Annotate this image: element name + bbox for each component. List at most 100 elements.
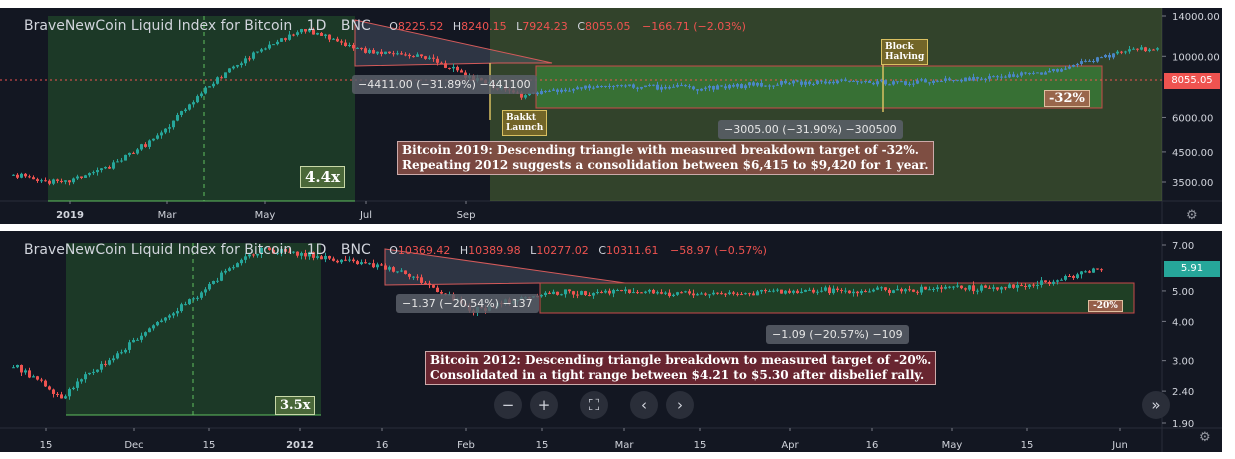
candle-body [820, 80, 823, 82]
candle-body [172, 120, 175, 128]
candle-body [904, 81, 907, 85]
candle-body [1112, 53, 1115, 58]
zoom-out-button[interactable]: − [494, 391, 522, 419]
candle-body [224, 72, 227, 79]
symbol-title: BraveNewCoin Liquid Index for Bitcoin [24, 18, 293, 34]
candle-body [864, 80, 867, 82]
candle-body [832, 288, 835, 294]
candle-body [196, 297, 199, 299]
time-tick-label: Mar [615, 440, 635, 451]
price-tick-label: 7.00 [1172, 241, 1194, 252]
candle-body [1012, 74, 1015, 77]
candle-body [808, 81, 811, 85]
candle-body [408, 54, 411, 57]
fit-screen-button[interactable]: ⛶ [580, 391, 608, 419]
candle-body [1100, 269, 1103, 271]
time-tick-label: Mar [158, 210, 178, 221]
candle-body [612, 85, 615, 87]
candle-body [556, 291, 559, 295]
candle-body [52, 179, 55, 184]
candle-body [684, 85, 687, 87]
candle-body [952, 80, 955, 82]
candle-body [1076, 63, 1079, 65]
candle-body [1084, 271, 1087, 273]
candle-body [1008, 74, 1011, 78]
candle-body [204, 87, 207, 94]
candle-body [124, 349, 127, 353]
candle-body [384, 265, 387, 270]
candle-body [348, 259, 351, 261]
multiplier-badge: 3.5x [275, 396, 316, 415]
candle-body [612, 290, 615, 294]
chart-canvas-2012[interactable]: 7.00 5.00 4.00 3.00 2.40 1.90 15 Dec 15 2012 16 Feb… [0, 231, 1222, 452]
candle-body [900, 289, 903, 292]
candle-body [60, 394, 63, 399]
candle-body [724, 293, 727, 295]
price-tick-label: 3500.00 [1172, 178, 1213, 189]
scroll-left-button[interactable]: ‹ [630, 391, 658, 419]
candle-body [720, 85, 723, 87]
candle-body [896, 81, 899, 83]
candle-body [104, 167, 107, 169]
candle-body [672, 86, 675, 88]
candle-body [904, 289, 907, 292]
candle-body [172, 313, 175, 316]
candle-body [376, 264, 379, 268]
measure-label-triangle: −1.37 (−20.54%) −137 [396, 294, 539, 313]
candle-body [232, 267, 235, 269]
candle-body [76, 176, 79, 179]
candle-body [864, 291, 867, 293]
zoom-in-button[interactable]: + [530, 391, 558, 419]
price-tick-label: 6000.00 [1172, 113, 1213, 124]
candle-body [152, 325, 155, 329]
candle-body [916, 80, 919, 84]
candle-body [936, 287, 939, 290]
low-value: 10277.02 [536, 244, 589, 257]
time-tick-label: 2012 [286, 440, 314, 451]
candle-body [892, 81, 895, 85]
candle-body [756, 82, 759, 86]
candle-body [264, 48, 267, 50]
candle-body [36, 179, 39, 181]
candle-body [912, 83, 915, 85]
candle-body [700, 293, 703, 295]
candle-body [576, 294, 579, 296]
price-tick-label: 4.00 [1172, 317, 1194, 328]
candle-body [648, 289, 651, 292]
candle-body [124, 154, 127, 161]
candle-body [164, 317, 167, 321]
candle-body [128, 152, 131, 155]
candle-body [592, 293, 595, 296]
jump-to-realtime-button[interactable]: » [1142, 391, 1170, 419]
candle-body [544, 292, 547, 296]
scroll-right-button[interactable]: › [666, 391, 694, 419]
candle-body [56, 393, 59, 395]
candle-body [952, 286, 955, 288]
candle-body [392, 267, 395, 272]
candle-body [784, 290, 787, 294]
candle-body [1152, 49, 1155, 51]
interval-label[interactable]: 1D [307, 242, 327, 258]
candle-body [824, 287, 827, 291]
chart-canvas-2019[interactable]: 14000.00 10000.00 6000.00 4500.00 3500.00 201… [0, 8, 1222, 224]
chart-panel-2012[interactable]: 7.00 5.00 4.00 3.00 2.40 1.90 15 Dec 15 2012 16 Feb… [0, 231, 1222, 452]
candle-body [928, 289, 931, 291]
candle-body [968, 77, 971, 81]
candle-body [288, 34, 291, 40]
candle-body [564, 289, 567, 295]
candle-body [20, 173, 23, 178]
candle-body [36, 376, 39, 380]
measure-label-range: −3005.00 (−31.90%) −300500 [718, 120, 903, 139]
candle-body [776, 289, 779, 291]
candle-body [220, 77, 223, 79]
candle-body [1016, 75, 1019, 77]
chart-panel-2019[interactable]: 14000.00 10000.00 6000.00 4500.00 3500.00 201… [0, 8, 1222, 224]
candle-body [756, 291, 759, 296]
interval-label[interactable]: 1D [307, 18, 327, 34]
candle-body [272, 44, 275, 46]
candle-body [644, 291, 647, 293]
candle-body [1096, 268, 1099, 270]
candle-body [680, 85, 683, 87]
settings-gear-icon[interactable]: ⚙ [1186, 208, 1198, 223]
settings-gear-icon[interactable]: ⚙ [1199, 430, 1211, 445]
